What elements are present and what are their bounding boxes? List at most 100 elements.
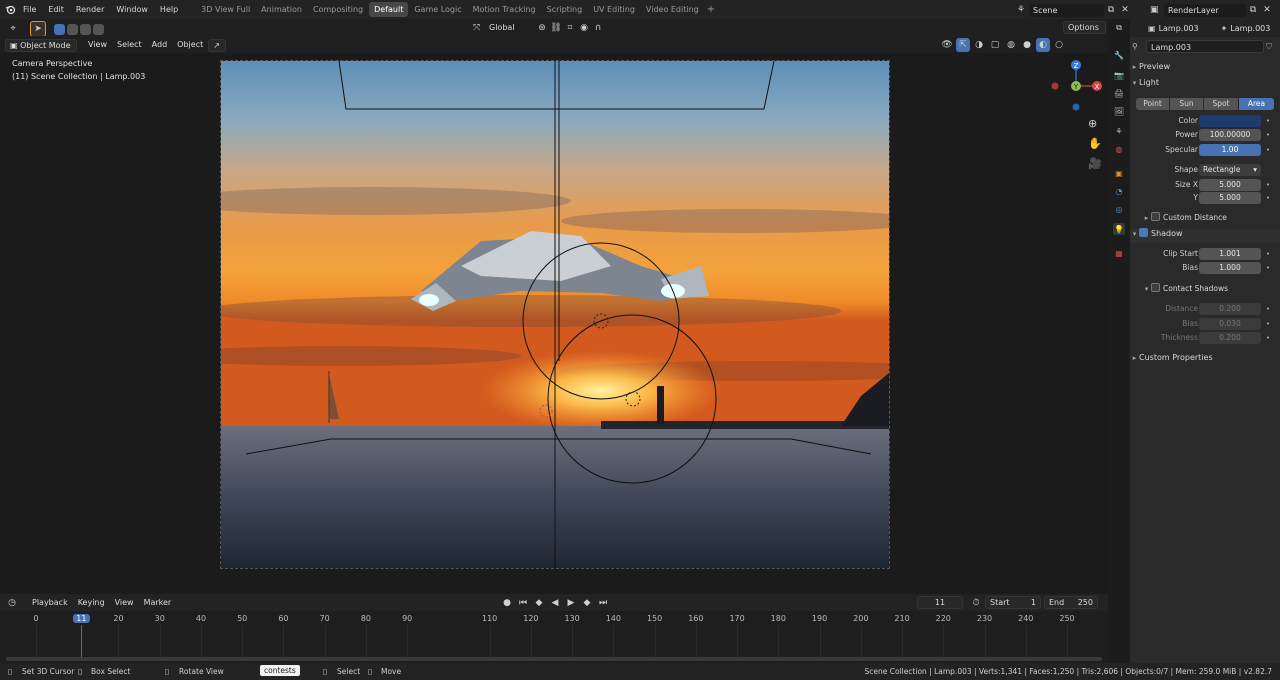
shadow-checkbox[interactable] (1139, 228, 1148, 237)
orientation-dropdown[interactable]: Global (485, 22, 535, 35)
constraints-tab-icon[interactable]: ◔ (1113, 185, 1125, 197)
menu-help[interactable]: Help (154, 0, 184, 19)
scene-tab-icon[interactable]: ⚘ (1113, 125, 1125, 137)
output-tab-icon[interactable]: 🖨 (1113, 87, 1125, 99)
jump-end-icon[interactable]: ⏭ (596, 596, 610, 610)
timeline-scrollbar[interactable] (6, 657, 1102, 661)
fake-user-icon[interactable]: ⛉ (1266, 42, 1272, 52)
overlay-icon[interactable]: ◑ (972, 38, 986, 52)
render-tab-icon[interactable]: 📷 (1113, 69, 1125, 81)
pan-hand-icon[interactable]: ✋ (1088, 137, 1102, 150)
sizey-field[interactable]: 5.000 (1199, 192, 1261, 204)
preview-section[interactable]: ▸ Preview (1130, 62, 1280, 76)
workspace-tab[interactable]: Scripting (542, 2, 588, 17)
color-swatch[interactable] (1199, 115, 1261, 127)
custom-distance-checkbox[interactable] (1151, 212, 1160, 221)
thickness-field[interactable]: 0.200 (1199, 332, 1261, 344)
proportional-icon[interactable]: ◉ (577, 21, 591, 35)
contact-shadows-section[interactable]: ▾ Contact Shadows (1142, 283, 1280, 298)
keyframe-dot-icon[interactable]: • (1266, 146, 1270, 154)
scene-name-field[interactable]: Scene (1029, 3, 1104, 17)
workspace-tab[interactable]: 3D View Full (196, 2, 255, 17)
prev-keyframe-icon[interactable]: ◆ (532, 596, 546, 610)
select-tool-icon[interactable]: ➤ (30, 21, 46, 37)
keyframe-dot-icon[interactable]: • (1266, 250, 1270, 258)
timeline-ruler[interactable]: 0 11 20 30 40 50 60 70 80 90 110 120 130 140 150 160 170… (0, 611, 1108, 663)
light-type-sun[interactable]: Sun (1170, 98, 1203, 110)
contact-bias-field[interactable]: 0.030 (1199, 318, 1261, 330)
camera-icon[interactable]: 🎥 (1088, 157, 1102, 170)
shading-material-icon[interactable]: ◐ (1036, 38, 1050, 52)
scene-close-icon[interactable]: ✕ (1118, 3, 1132, 17)
shading-solid-icon[interactable]: ● (1020, 38, 1034, 52)
visibility-icon[interactable]: 👁 (940, 38, 954, 52)
pivot-icon[interactable]: ⊛ (535, 21, 549, 35)
workspace-tab[interactable]: Game Logic (409, 2, 466, 17)
current-frame-field[interactable]: 11 (917, 596, 963, 609)
specular-slider[interactable]: 1.00 (1199, 144, 1261, 156)
keyframe-dot-icon[interactable]: • (1266, 264, 1270, 272)
3d-viewport[interactable]: Camera Perspective (11) Scene Collection… (0, 53, 1108, 594)
viewlayer-tab-icon[interactable]: 🖼 (1113, 105, 1125, 117)
xray-icon[interactable]: ▢ (988, 38, 1002, 52)
custom-distance-section[interactable]: ▸ Custom Distance (1142, 212, 1280, 227)
workspace-tab[interactable]: UV Editing (588, 2, 640, 17)
falloff-icon[interactable]: ∩ (591, 21, 605, 35)
zoom-icon[interactable]: ⊕ (1088, 117, 1097, 130)
viewport-menu-add[interactable]: Add (147, 38, 173, 52)
world-tab-icon[interactable]: ◍ (1113, 143, 1125, 155)
options-dropdown[interactable]: Options (1063, 21, 1106, 34)
light-type-spot[interactable]: Spot (1204, 98, 1238, 110)
scene-selector[interactable]: ⚘ Scene ⧉ ✕ (1017, 3, 1132, 17)
timeline-marker-menu[interactable]: Marker (139, 596, 177, 610)
object-mode-dropdown[interactable]: ▣ Object Mode (5, 38, 77, 52)
menu-window[interactable]: Window (110, 0, 154, 19)
physics-tab-icon[interactable]: ◎ (1113, 203, 1125, 215)
keyframe-dot-icon[interactable]: • (1266, 305, 1270, 313)
snap-target-icon[interactable]: ⌗ (563, 21, 577, 35)
renderlayer-close-icon[interactable]: ✕ (1260, 3, 1274, 17)
keyframe-dot-icon[interactable]: • (1266, 117, 1270, 125)
scene-copy-icon[interactable]: ⧉ (1104, 3, 1118, 17)
workspace-tab[interactable]: Compositing (308, 2, 368, 17)
menu-file[interactable]: File (17, 0, 42, 19)
renderlayer-copy-icon[interactable]: ⧉ (1246, 3, 1260, 17)
next-keyframe-icon[interactable]: ◆ (580, 596, 594, 610)
sizex-field[interactable]: 5.000 (1199, 179, 1261, 191)
light-section[interactable]: ▾ Light (1130, 78, 1280, 92)
keyframe-dot-icon[interactable]: • (1266, 181, 1270, 189)
keyframe-dot-icon[interactable]: • (1266, 194, 1270, 202)
transform-orient-icon[interactable]: ↗ (208, 38, 227, 52)
custom-properties-section[interactable]: ▸ Custom Properties (1130, 353, 1280, 367)
keyframe-dot-icon[interactable]: • (1266, 334, 1270, 342)
keyframe-dot-icon[interactable]: • (1266, 131, 1270, 139)
shadow-section[interactable]: ▾ Shadow (1130, 228, 1280, 243)
playhead-line[interactable] (81, 625, 83, 657)
play-icon[interactable]: ▶ (564, 596, 578, 610)
mode-extend-icon[interactable] (67, 23, 78, 35)
viewport-menu-view[interactable]: View (83, 38, 112, 52)
mode-new-icon[interactable] (54, 23, 65, 35)
record-icon[interactable]: ● (500, 596, 514, 610)
object-tab-icon[interactable]: ▣ (1113, 167, 1125, 179)
contact-shadows-checkbox[interactable] (1151, 283, 1160, 292)
renderlayer-name-field[interactable]: RenderLayer (1164, 3, 1246, 17)
mode-subtract-icon[interactable] (80, 23, 91, 35)
distance-field[interactable]: 0.200 (1199, 303, 1261, 315)
texture-tab-icon[interactable]: ▦ (1113, 247, 1125, 259)
menu-render[interactable]: Render (70, 0, 110, 19)
timeline-playback-menu[interactable]: Playback (27, 596, 73, 610)
camera-view[interactable] (220, 60, 890, 569)
workspace-tab[interactable]: Motion Tracking (468, 2, 541, 17)
add-workspace-icon[interactable]: + (707, 4, 715, 15)
keyframe-dot-icon[interactable]: • (1266, 320, 1270, 328)
light-type-point[interactable]: Point (1136, 98, 1169, 110)
start-frame-field[interactable]: Start 1 (985, 596, 1041, 609)
menu-edit[interactable]: Edit (42, 0, 70, 19)
power-field[interactable]: 100.00000 (1199, 129, 1261, 141)
tool-tab-icon[interactable]: 🔧 (1113, 49, 1125, 61)
bias-field[interactable]: 1.000 (1199, 262, 1261, 274)
play-reverse-icon[interactable]: ◀ (548, 596, 562, 610)
renderlayer-selector[interactable]: ▣ RenderLayer ⧉ ✕ (1150, 3, 1274, 17)
workspace-tab[interactable]: Video Editing (641, 2, 704, 17)
